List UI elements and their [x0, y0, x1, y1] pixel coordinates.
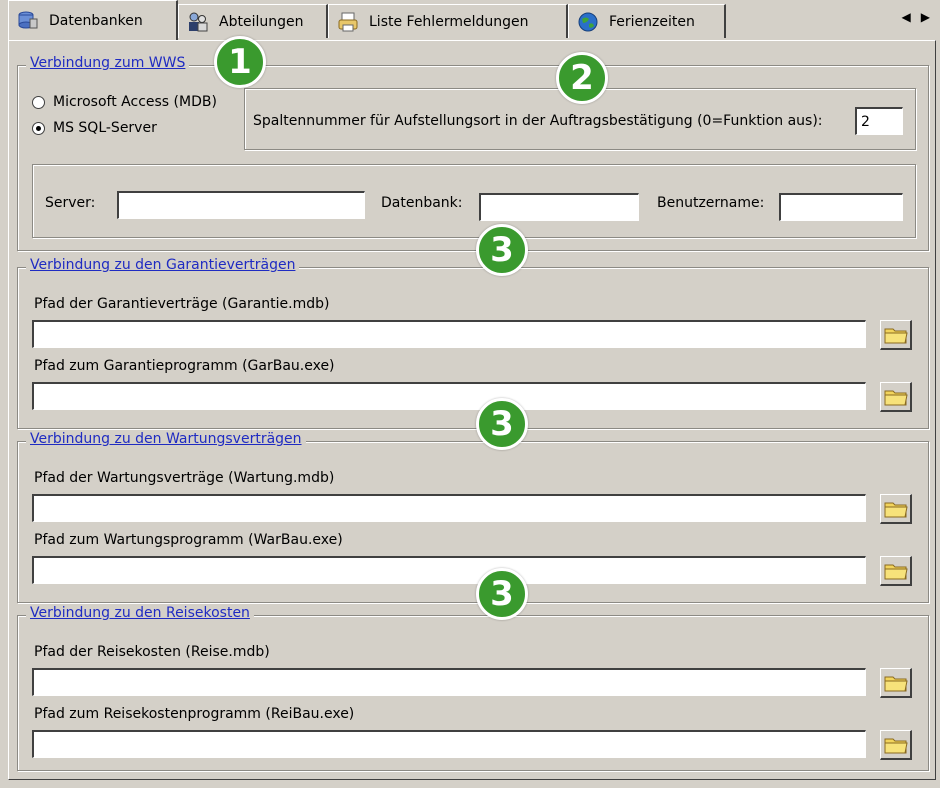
radio-label: MS SQL-Server	[53, 120, 157, 136]
username-input[interactable]	[779, 193, 903, 221]
users-icon	[187, 11, 209, 33]
garantie-path2-browse-button[interactable]	[880, 382, 912, 412]
garantie-path2-input[interactable]	[32, 382, 866, 410]
reise-path1-browse-button[interactable]	[880, 668, 912, 698]
radio-access[interactable]: Microsoft Access (MDB)	[32, 94, 217, 110]
tab-abteilungen[interactable]: Abteilungen	[178, 4, 328, 38]
wartung-path2-browse-button[interactable]	[880, 556, 912, 586]
group-reise: Verbindung zu den Reisekosten Pfad der R…	[17, 605, 929, 771]
group-legend-garantie: Verbindung zu den Garantieverträgen	[26, 257, 300, 273]
annotation-badge-3: 3	[476, 398, 528, 450]
tab-strip: Datenbanken Abteilungen Liste Fehlermeld…	[0, 0, 940, 40]
radio-sql[interactable]: MS SQL-Server	[32, 120, 157, 136]
tab-label: Liste Fehlermeldungen	[369, 13, 529, 30]
database-label: Datenbank:	[381, 195, 463, 211]
wartung-path1-input[interactable]	[32, 494, 866, 522]
garantie-path1-input[interactable]	[32, 320, 866, 348]
arrow-right-icon[interactable]: ▶	[921, 10, 930, 24]
tab-ferienzeiten[interactable]: Ferienzeiten	[568, 4, 726, 38]
folder-icon	[884, 738, 908, 753]
tab-label: Abteilungen	[219, 13, 304, 30]
username-label: Benutzername:	[657, 195, 765, 211]
garantie-path2-label: Pfad zum Garantieprogramm (GarBau.exe)	[34, 358, 335, 374]
column-number-label: Spaltennummer für Aufstellungsort in der…	[253, 113, 823, 129]
annotation-badge-3: 3	[476, 568, 528, 620]
group-garantie: Verbindung zu den Garantieverträgen Pfad…	[17, 257, 929, 429]
printer-icon	[337, 11, 359, 33]
radio-button[interactable]	[32, 95, 45, 109]
wartung-path2-label: Pfad zum Wartungsprogramm (WarBau.exe)	[34, 532, 343, 548]
group-connection: Server: Datenbank: Benutzername:	[32, 164, 916, 238]
reise-path2-label: Pfad zum Reisekostenprogramm (ReiBau.exe…	[34, 706, 355, 722]
folder-icon	[884, 502, 908, 517]
radio-button[interactable]	[32, 121, 45, 135]
tab-scroll-arrows: ◀ ▶	[902, 10, 930, 24]
main-panel: Verbindung zum WWS Microsoft Access (MDB…	[8, 40, 936, 780]
tab-label: Ferienzeiten	[609, 13, 695, 30]
tab-datenbanken[interactable]: Datenbanken	[8, 0, 178, 40]
radio-label: Microsoft Access (MDB)	[53, 94, 217, 110]
group-wartung: Verbindung zu den Wartungsverträgen Pfad…	[17, 431, 929, 603]
server-label: Server:	[45, 195, 96, 211]
database-icon	[17, 10, 39, 32]
annotation-badge-3: 3	[476, 224, 528, 276]
tab-label: Datenbanken	[49, 12, 143, 29]
wartung-path2-input[interactable]	[32, 556, 866, 584]
reise-path1-label: Pfad der Reisekosten (Reise.mdb)	[34, 644, 270, 660]
group-wws: Verbindung zum WWS Microsoft Access (MDB…	[17, 55, 929, 251]
arrow-left-icon[interactable]: ◀	[902, 10, 911, 24]
column-number-input[interactable]	[855, 107, 903, 135]
wartung-path1-browse-button[interactable]	[880, 494, 912, 524]
reise-path2-browse-button[interactable]	[880, 730, 912, 760]
folder-icon	[884, 564, 908, 579]
reise-path2-input[interactable]	[32, 730, 866, 758]
wartung-path1-label: Pfad der Wartungsverträge (Wartung.mdb)	[34, 470, 335, 486]
folder-icon	[884, 390, 908, 405]
server-input[interactable]	[117, 191, 365, 219]
group-legend-wws: Verbindung zum WWS	[26, 55, 190, 71]
annotation-badge-1: 1	[214, 36, 266, 88]
tab-liste-fehlermeldungen[interactable]: Liste Fehlermeldungen	[328, 4, 568, 38]
folder-icon	[884, 328, 908, 343]
folder-icon	[884, 676, 908, 691]
garantie-path1-label: Pfad der Garantieverträge (Garantie.mdb)	[34, 296, 330, 312]
globe-icon	[577, 11, 599, 33]
annotation-badge-2: 2	[556, 52, 608, 104]
group-legend-wartung: Verbindung zu den Wartungsverträgen	[26, 431, 306, 447]
database-input[interactable]	[479, 193, 639, 221]
reise-path1-input[interactable]	[32, 668, 866, 696]
group-legend-reise: Verbindung zu den Reisekosten	[26, 605, 254, 621]
garantie-path1-browse-button[interactable]	[880, 320, 912, 350]
